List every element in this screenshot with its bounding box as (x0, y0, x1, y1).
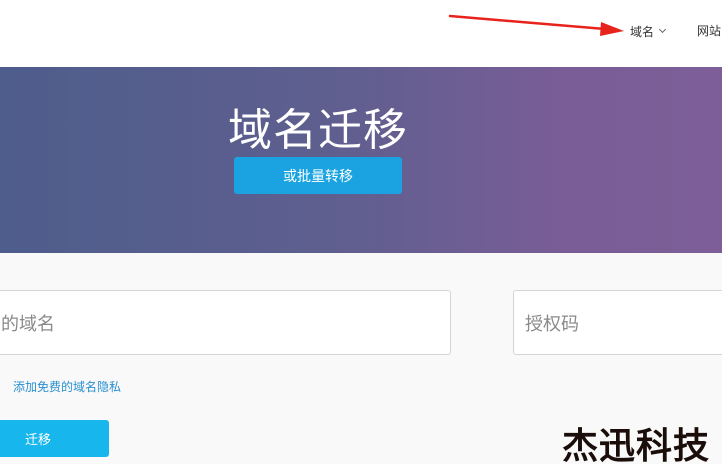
hero-banner: 域名迁移 或批量转移 (0, 67, 722, 253)
domain-input[interactable]: 的域名 (0, 290, 451, 355)
page-title: 域名迁移 (228, 105, 408, 156)
migrate-button[interactable]: 迁移 (0, 420, 109, 457)
watermark-logo: 杰迅科技 (562, 425, 711, 464)
bulk-transfer-button[interactable]: 或批量转移 (234, 157, 402, 194)
add-privacy-link[interactable]: 添加免费的域名隐私 (13, 378, 121, 395)
auth-code-placeholder: 授权码 (525, 313, 579, 335)
arrow-shaft (448, 14, 607, 31)
red-arrow-annotation (448, 14, 624, 36)
domain-input-placeholder: 的域名 (1, 313, 55, 335)
arrow-head (600, 22, 624, 36)
auth-code-input[interactable]: 授权码 (513, 290, 722, 355)
